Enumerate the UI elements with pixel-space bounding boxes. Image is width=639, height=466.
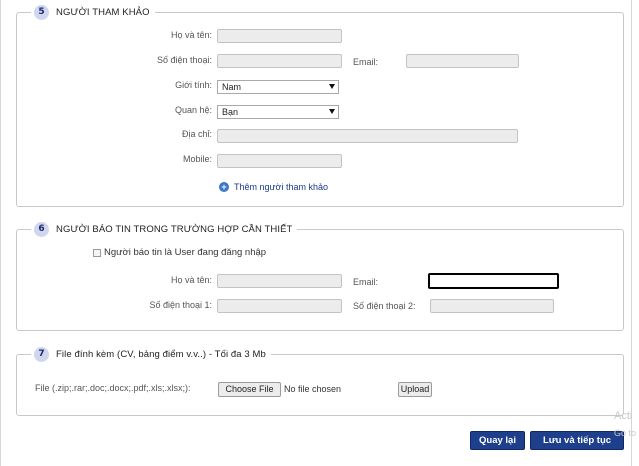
reference-address-input[interactable] <box>217 129 518 143</box>
reference-email-input[interactable] <box>406 54 519 68</box>
email-label: Email: <box>353 57 379 67</box>
section-emergency-legend: 6 NGƯỜI BÁO TIN TRONG TRƯỜNG HỢP CẦN THI… <box>31 220 298 238</box>
chevron-down-icon <box>329 84 335 89</box>
phone1-label: Số điện thoại 1: <box>149 300 212 310</box>
section-title: NGƯỜI THAM KHẢO <box>56 6 150 18</box>
gender-select[interactable]: Nam <box>217 80 339 94</box>
upload-button[interactable]: Upload <box>398 382 432 397</box>
section-number-badge: 7 <box>34 346 49 362</box>
section-title: File đính kèm (CV, bảng điểm v.v..) - Tố… <box>56 348 266 360</box>
chevron-down-icon <box>329 109 335 114</box>
activation-watermark-line1: Acti <box>614 410 633 422</box>
file-types-label: File (.zip;.rar;.doc;.docx;.pdf;.xls;.xl… <box>35 383 191 393</box>
email-label: Email: <box>353 277 379 287</box>
phone2-label: Số điện thoại 2: <box>353 301 416 311</box>
gender-select-value: Nam <box>222 82 242 92</box>
back-button[interactable]: Quay lại <box>470 431 525 450</box>
relation-select-value: Bạn <box>222 107 239 117</box>
section-references-legend: 5 NGƯỜI THAM KHẢO <box>31 3 155 21</box>
emergency-name-input[interactable] <box>217 274 342 288</box>
activation-watermark-line2: Go to <box>614 428 637 438</box>
emergency-phone1-input[interactable] <box>217 299 342 313</box>
section-number-badge: 5 <box>34 4 49 20</box>
plus-circle-icon: + <box>219 182 229 192</box>
reference-mobile-input[interactable] <box>217 154 342 168</box>
save-continue-button[interactable]: Lưu và tiếp tục <box>530 431 624 450</box>
reference-phone-input[interactable] <box>217 54 342 68</box>
section-attachments: 7 File đính kèm (CV, bảng điểm v.v..) - … <box>16 345 624 416</box>
section-title: NGƯỜI BÁO TIN TRONG TRƯỜNG HỢP CẦN THIẾT <box>56 223 293 235</box>
gender-label: Giới tính: <box>175 80 212 90</box>
address-label: Địa chỉ: <box>181 129 212 139</box>
page-right-border <box>631 0 632 466</box>
mobile-label: Mobile: <box>182 154 212 164</box>
file-status: No file chosen <box>284 384 342 394</box>
phone-label: Số điện thoại: <box>156 55 212 65</box>
section-emergency-contact: 6 NGƯỜI BÁO TIN TRONG TRƯỜNG HỢP CẦN THI… <box>16 220 624 331</box>
section-references: 5 NGƯỜI THAM KHẢO Họ và tên: Số điện tho… <box>16 3 624 207</box>
relation-select[interactable]: Bạn <box>217 105 339 119</box>
emergency-email-input[interactable] <box>428 273 559 289</box>
add-reference-link[interactable]: + Thêm người tham khảo <box>219 182 328 192</box>
reference-name-input[interactable] <box>217 29 342 43</box>
section-number-badge: 6 <box>34 221 49 237</box>
emergency-phone2-input[interactable] <box>430 299 554 313</box>
name-label: Họ và tên: <box>170 30 212 40</box>
logged-in-user-checkbox[interactable] <box>93 249 101 257</box>
logged-in-user-checkbox-label: Người báo tin là User đang đăng nhập <box>104 247 267 258</box>
relation-label: Quan hệ: <box>174 105 212 115</box>
page-left-border <box>0 0 1 466</box>
add-reference-label: Thêm người tham khảo <box>234 182 328 192</box>
choose-file-button[interactable]: Choose File <box>218 382 281 397</box>
name-label: Họ và tên: <box>170 275 212 285</box>
section-attachments-legend: 7 File đính kèm (CV, bảng điểm v.v..) - … <box>31 345 271 363</box>
